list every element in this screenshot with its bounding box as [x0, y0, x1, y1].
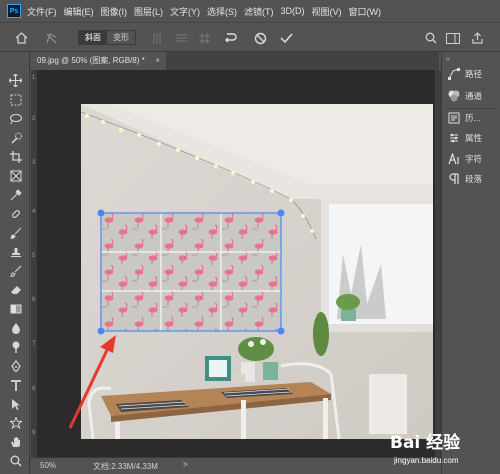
panel-properties[interactable]: 属性 — [448, 130, 482, 146]
pattern-layer[interactable] — [101, 213, 281, 331]
panel-history[interactable]: 历... — [448, 110, 481, 126]
document-size-info: 文档:2.33M/4.33M — [93, 462, 158, 471]
panel-character[interactable]: 字符 — [448, 151, 482, 167]
paths-icon — [448, 68, 460, 80]
panels-dock: « 路径 通道 历... 属性 字符 段落 — [441, 52, 500, 474]
panel-paragraph[interactable]: 段落 — [448, 171, 482, 187]
panel-label: 通道 — [465, 91, 483, 101]
panel-label: 段落 — [465, 174, 483, 184]
annotation-arrow — [68, 347, 110, 429]
panel-label: 路径 — [465, 69, 483, 79]
panel-channels[interactable]: 通道 — [448, 88, 482, 104]
panel-label: 属性 — [465, 133, 483, 143]
history-icon — [448, 112, 460, 124]
transform-handle-bottom-left[interactable] — [97, 327, 105, 335]
panel-label: 历... — [465, 113, 481, 123]
annotation-arrowhead — [100, 335, 116, 353]
character-icon — [448, 153, 459, 165]
watermark-brand: Bai 经验 — [390, 433, 461, 453]
watermark-url: jingyan.baidu.com — [394, 456, 459, 465]
transform-handle-top-left[interactable] — [97, 209, 105, 217]
transform-handle-bottom-right[interactable] — [277, 327, 285, 335]
collapse-panels-icon[interactable]: « — [446, 56, 450, 63]
transform-overlay — [68, 209, 285, 429]
channels-icon — [448, 90, 460, 102]
baidu-watermark: Bai 经验 jingyan.baidu.com — [378, 428, 500, 474]
transform-handle-top-right[interactable] — [277, 209, 285, 217]
zoom-level[interactable]: 50% — [40, 461, 56, 470]
panel-divider — [446, 108, 496, 109]
panel-paths[interactable]: 路径 — [448, 66, 482, 82]
paragraph-icon — [449, 173, 459, 184]
properties-icon — [450, 133, 458, 143]
panel-label: 字符 — [465, 154, 483, 164]
status-menu-arrow[interactable]: > — [183, 460, 188, 469]
